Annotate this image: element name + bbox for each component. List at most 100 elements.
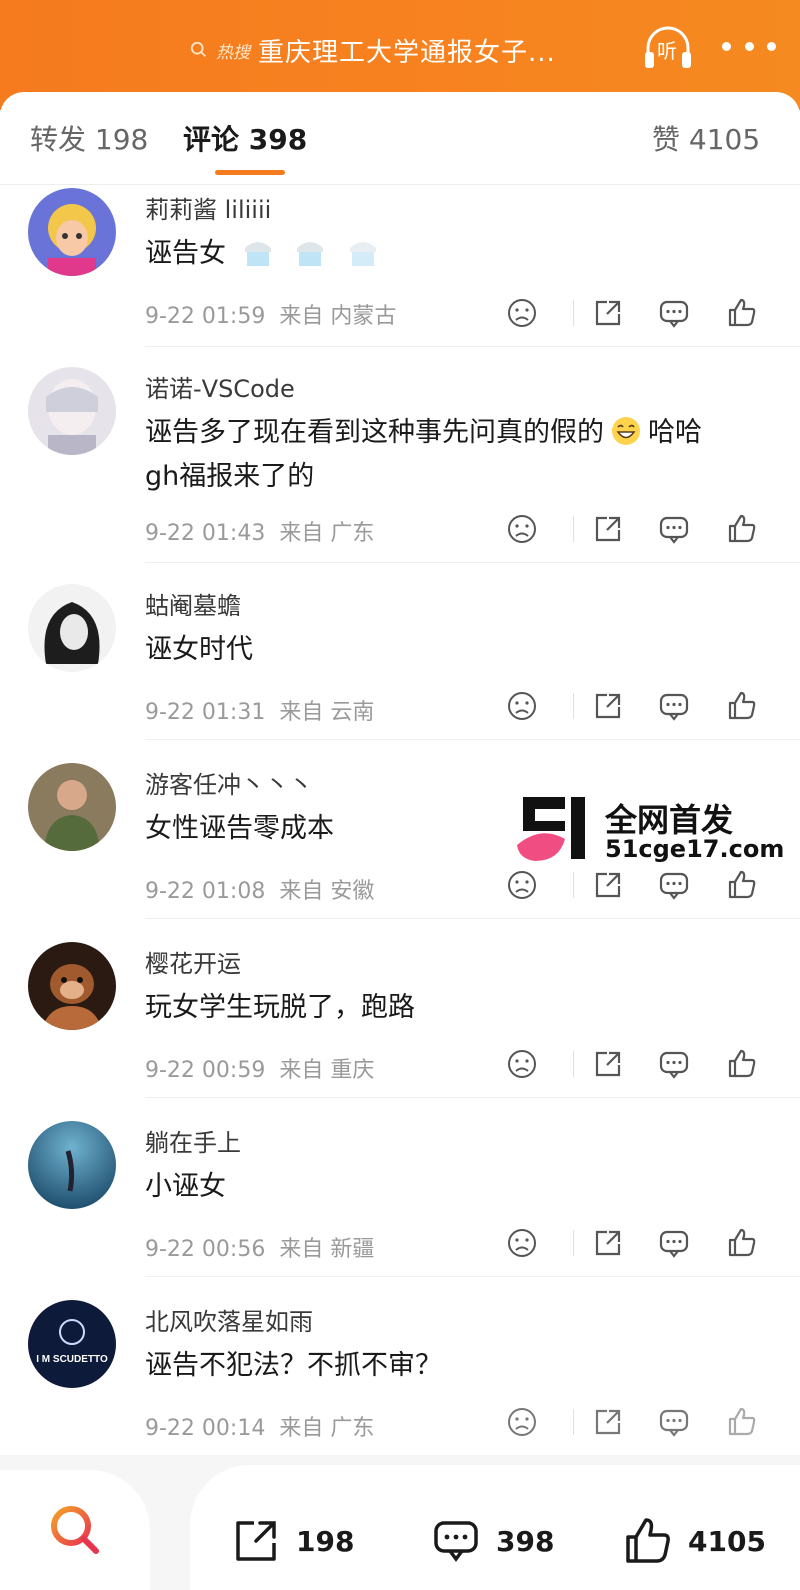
comment-text: 玩女学生玩脱了，跑路 bbox=[145, 992, 415, 1023]
like-button[interactable] bbox=[725, 512, 759, 546]
listen-button[interactable]: 听 bbox=[640, 20, 696, 76]
dislike-button[interactable] bbox=[505, 1047, 539, 1081]
tab-comments[interactable]: 评论 398 bbox=[183, 118, 307, 158]
dislike-button[interactable] bbox=[505, 689, 539, 723]
share-button[interactable] bbox=[591, 689, 625, 723]
dislike-button[interactable] bbox=[505, 1226, 539, 1260]
avatar[interactable] bbox=[28, 584, 116, 672]
divider bbox=[145, 918, 800, 919]
comment-location: 来自 内蒙古 bbox=[279, 304, 397, 329]
comment-author[interactable]: 樱花开运 bbox=[145, 944, 241, 979]
divider bbox=[145, 562, 800, 563]
sad-face-icon bbox=[508, 1408, 536, 1436]
divider bbox=[573, 300, 574, 326]
reply-button[interactable] bbox=[657, 1405, 691, 1439]
search-button[interactable] bbox=[0, 1470, 150, 1590]
tab-likes[interactable]: 赞 4105 bbox=[652, 118, 760, 158]
comment-text-content: 哈哈 bbox=[648, 417, 702, 448]
comment-text: 小诬女 bbox=[145, 1171, 226, 1202]
divider bbox=[573, 516, 574, 542]
comment-meta: 9-22 01:31 来自 云南 bbox=[145, 694, 374, 726]
reply-button[interactable] bbox=[657, 689, 691, 723]
reply-button[interactable] bbox=[657, 512, 691, 546]
divider bbox=[573, 872, 574, 898]
avatar[interactable]: I M SCUDETTO bbox=[28, 1300, 116, 1388]
like-button[interactable] bbox=[725, 1226, 759, 1260]
comment-author[interactable]: 北风吹落星如雨 bbox=[145, 1302, 313, 1337]
share-button[interactable] bbox=[591, 1047, 625, 1081]
thumbs-up-icon bbox=[728, 1228, 756, 1257]
like-button[interactable] bbox=[725, 296, 759, 330]
comment-author[interactable]: 莉莉酱 liliiii bbox=[145, 190, 271, 225]
comment-time: 9-22 01:59 bbox=[145, 304, 266, 329]
like-button[interactable] bbox=[725, 1405, 759, 1439]
more-button[interactable] bbox=[722, 28, 776, 64]
comment-icon bbox=[659, 872, 689, 900]
share-button[interactable] bbox=[591, 512, 625, 546]
dislike-button[interactable] bbox=[505, 512, 539, 546]
comment-item: 诺诺-VSCode 诬告多了现在看到这种事先问真的假的 哈哈 gh福报来了的 9-… bbox=[0, 367, 800, 563]
hot-search-tag: 热搜 bbox=[216, 42, 250, 63]
comment-icon bbox=[434, 1521, 478, 1562]
comment-actions bbox=[505, 1405, 775, 1441]
like-button[interactable] bbox=[725, 1047, 759, 1081]
dislike-button[interactable] bbox=[505, 1405, 539, 1439]
comment-icon bbox=[659, 1230, 689, 1258]
sad-face-icon bbox=[508, 515, 536, 543]
divider bbox=[145, 1276, 800, 1277]
share-icon bbox=[595, 693, 621, 719]
dislike-button[interactable] bbox=[505, 296, 539, 330]
comment-text-content: 诬告女 bbox=[145, 238, 226, 269]
sad-face-icon bbox=[508, 1229, 536, 1257]
avatar[interactable] bbox=[28, 763, 116, 851]
reply-button[interactable] bbox=[657, 1226, 691, 1260]
comment-actions bbox=[505, 689, 775, 725]
thumbs-up-icon bbox=[626, 1518, 670, 1563]
comment-button[interactable]: 398 bbox=[430, 1515, 554, 1567]
sad-face-icon bbox=[508, 871, 536, 899]
share-icon bbox=[595, 1230, 621, 1256]
comment-text: 诬告不犯法？不抓不审？ bbox=[145, 1350, 442, 1381]
more-dot-icon bbox=[767, 41, 776, 51]
avatar[interactable] bbox=[28, 188, 116, 276]
comment-meta: 9-22 00:56 来自 新疆 bbox=[145, 1231, 374, 1263]
divider bbox=[145, 1097, 800, 1098]
comment-author[interactable]: 游客任冲丶丶丶 bbox=[145, 765, 313, 800]
avatar[interactable] bbox=[28, 1121, 116, 1209]
comment-location: 来自 云南 bbox=[279, 700, 375, 725]
share-button[interactable] bbox=[591, 1405, 625, 1439]
reply-button[interactable] bbox=[657, 296, 691, 330]
comment-location: 来自 广东 bbox=[279, 521, 375, 546]
comment-item: 蛄阉墓蟾 诬女时代 9-22 01:31 来自 云南 bbox=[0, 584, 800, 764]
comment-author[interactable]: 诺诺-VSCode bbox=[145, 369, 295, 404]
comment-text: 诬告女 bbox=[145, 232, 765, 276]
active-tab-indicator bbox=[215, 170, 285, 175]
reply-button[interactable] bbox=[657, 1047, 691, 1081]
avatar[interactable] bbox=[28, 942, 116, 1030]
thumbs-up-icon bbox=[728, 298, 756, 327]
dislike-button[interactable] bbox=[505, 868, 539, 902]
share-button[interactable] bbox=[591, 1226, 625, 1260]
share-button[interactable] bbox=[591, 296, 625, 330]
share-button[interactable] bbox=[591, 868, 625, 902]
divider bbox=[573, 1409, 574, 1435]
search-icon bbox=[190, 41, 206, 57]
comment-actions bbox=[505, 1226, 775, 1262]
reply-button[interactable] bbox=[657, 868, 691, 902]
thumbs-up-icon bbox=[728, 870, 756, 899]
avatar[interactable] bbox=[28, 367, 116, 455]
repost-button[interactable]: 198 bbox=[230, 1515, 354, 1567]
comment-location: 来自 安徽 bbox=[279, 879, 375, 904]
site-logo-icon bbox=[517, 797, 585, 861]
thumbs-up-icon bbox=[728, 691, 756, 720]
hot-search-pill[interactable]: 热搜 重庆理工大学通报女子... bbox=[190, 30, 610, 70]
like-button[interactable] bbox=[725, 868, 759, 902]
comment-item: 樱花开运 玩女学生玩脱了，跑路 9-22 00:59 来自 重庆 bbox=[0, 942, 800, 1122]
comment-actions bbox=[505, 868, 775, 904]
tab-repost[interactable]: 转发 198 bbox=[30, 118, 148, 158]
like-button[interactable] bbox=[725, 689, 759, 723]
like-button[interactable]: 4105 bbox=[622, 1515, 766, 1567]
comment-time: 9-22 01:08 bbox=[145, 879, 266, 904]
comment-author[interactable]: 躺在手上 bbox=[145, 1123, 241, 1158]
comment-author[interactable]: 蛄阉墓蟾 bbox=[145, 586, 241, 621]
